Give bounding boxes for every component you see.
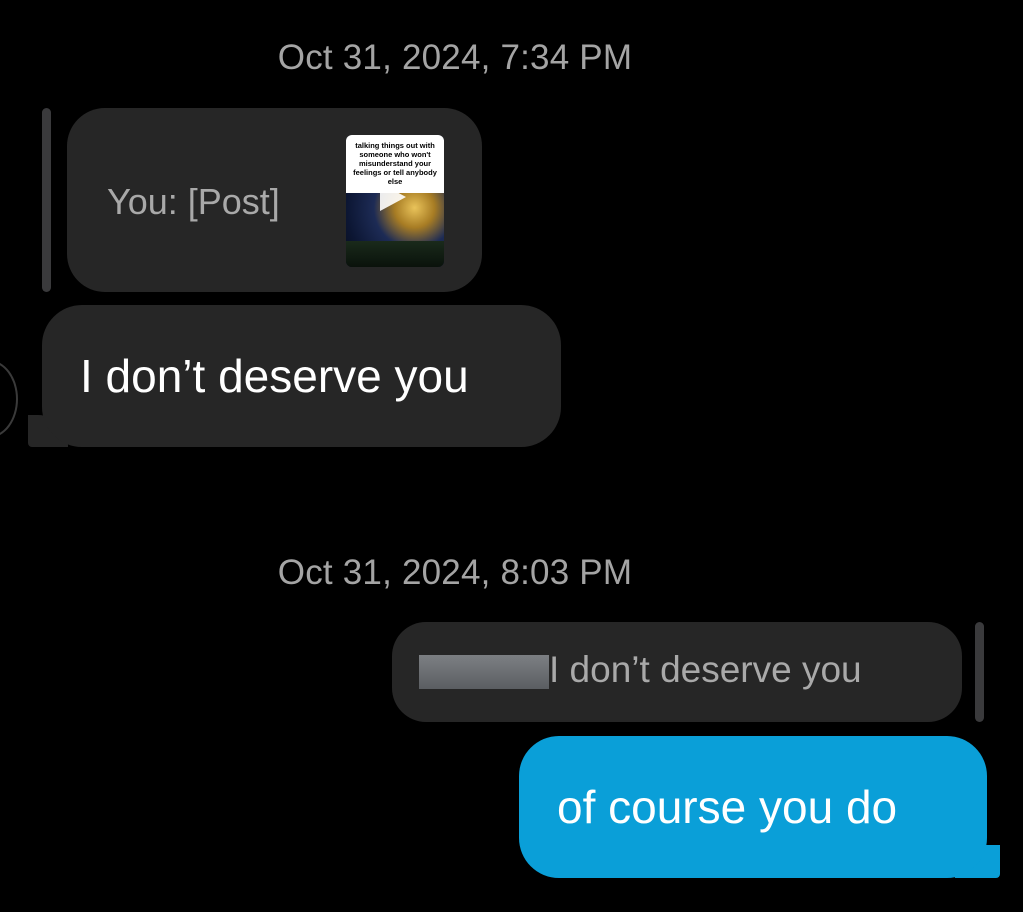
sent-message-bubble[interactable]: of course you do <box>519 736 987 878</box>
play-icon <box>380 183 406 211</box>
quoted-post-label: You: [Post] <box>107 181 280 222</box>
timestamp: Oct 31, 2024, 7:34 PM <box>277 38 633 77</box>
quoted-post-reply[interactable]: You: [Post] talking things out with some… <box>67 108 482 292</box>
avatar[interactable] <box>0 360 18 438</box>
received-message-bubble[interactable]: I don’t deserve you <box>42 305 561 447</box>
post-thumbnail-ground <box>346 241 444 267</box>
redacted-name-block <box>419 655 549 689</box>
post-thumbnail[interactable]: talking things out with someone who won'… <box>346 135 444 267</box>
timestamp: Oct 31, 2024, 8:03 PM <box>277 553 633 592</box>
quoted-message-reply[interactable]: I don’t deserve you <box>392 622 962 722</box>
reply-indicator-bar <box>42 108 51 292</box>
reply-indicator-bar <box>975 622 984 722</box>
quoted-message-text: I don’t deserve you <box>549 649 862 690</box>
